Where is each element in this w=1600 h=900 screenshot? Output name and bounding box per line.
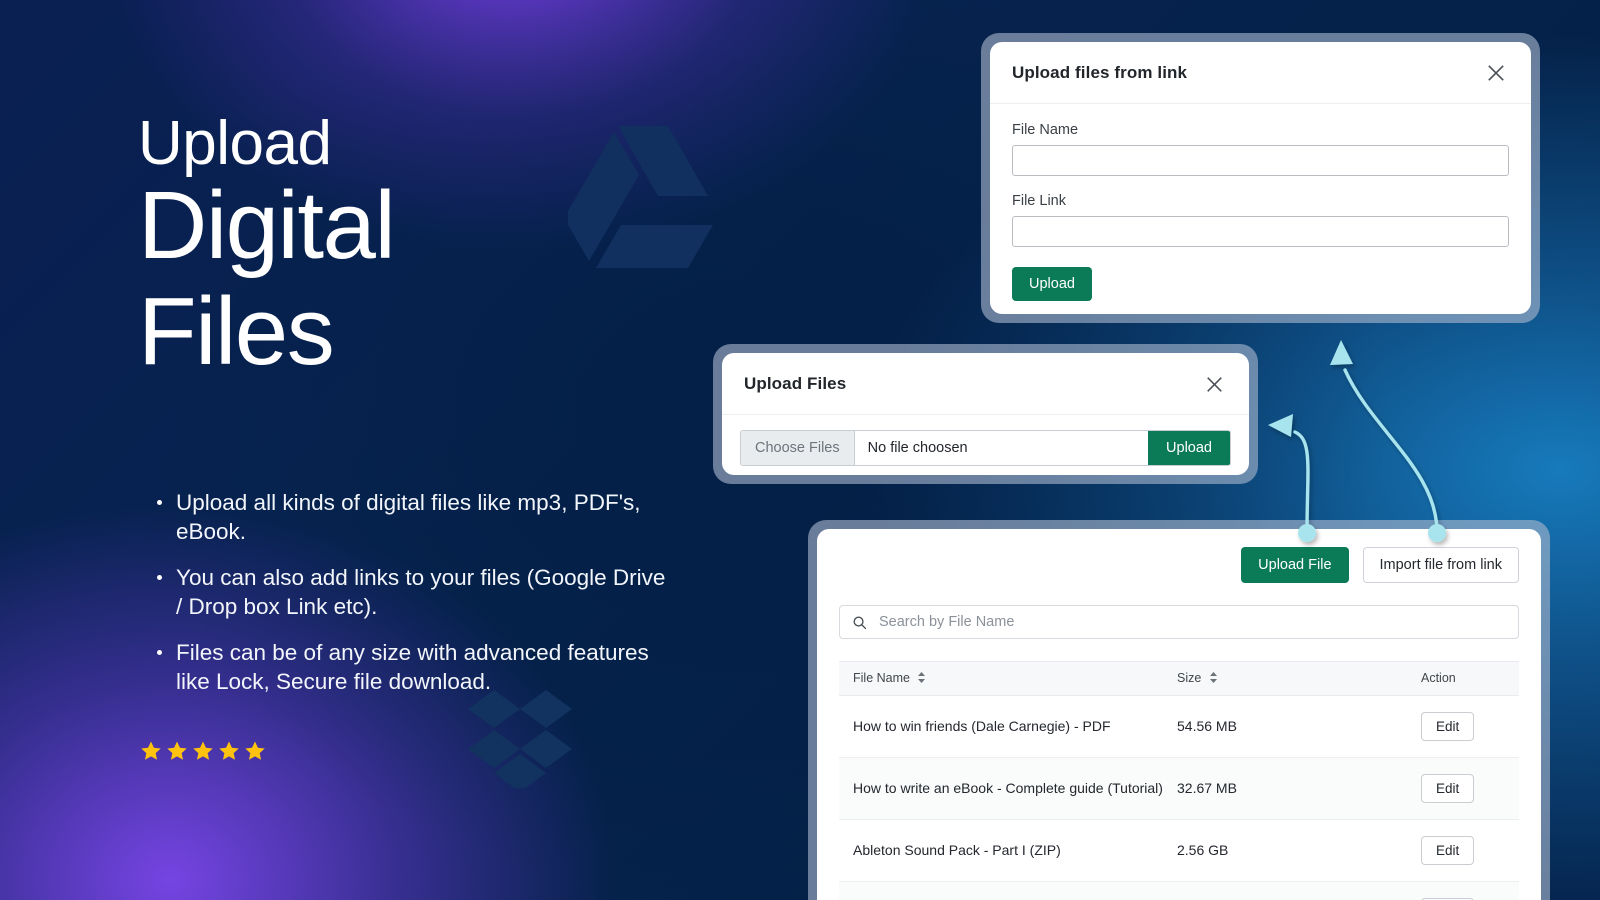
files-table: File Name Size Action How to win friends… — [839, 661, 1519, 900]
upload-from-link-dialog: Upload files from link File Name File Li… — [981, 33, 1540, 323]
search-input[interactable] — [877, 613, 1506, 631]
choose-files-button[interactable]: Choose Files — [741, 431, 855, 465]
file-name-label: File Name — [1012, 122, 1079, 138]
hero-line-3: Files — [138, 277, 335, 385]
edit-button[interactable]: Edit — [1421, 711, 1475, 741]
bullet-item: You can also add links to your files (Go… — [157, 563, 670, 621]
upload-button[interactable]: Upload — [1012, 267, 1092, 301]
upload-files-dialog-header: Upload Files — [722, 353, 1249, 415]
rating-stars — [140, 740, 266, 762]
table-row[interactable]: Grow your YouTube channel (Tutorial) - M… — [839, 881, 1519, 900]
upload-files-dialog-body: Choose Files No file choosen Upload — [722, 415, 1249, 475]
column-header-size[interactable]: Size — [1163, 661, 1407, 696]
cell-size: 32.67 MB — [1163, 757, 1407, 820]
bullet-item: Files can be of any size with advanced f… — [157, 638, 670, 696]
file-chooser-group: Choose Files No file choosen Upload — [740, 430, 1231, 466]
file-link-input[interactable] — [1012, 216, 1509, 247]
column-header-size-label: Size — [1177, 671, 1202, 685]
cell-file-name: How to write an eBook - Complete guide (… — [839, 757, 1163, 820]
cell-file-name: Ableton Sound Pack - Part I (ZIP) — [839, 819, 1163, 882]
upload-button[interactable]: Upload — [1148, 431, 1230, 465]
upload-files-dialog-card: Upload Files Choose Files No file choose… — [722, 353, 1249, 475]
star-icon — [167, 741, 187, 760]
files-panel-actions: Upload File Import file from link — [817, 529, 1541, 583]
upload-files-dialog: Upload Files Choose Files No file choose… — [713, 344, 1258, 484]
star-icon — [141, 741, 161, 760]
table-row[interactable]: How to write an eBook - Complete guide (… — [839, 757, 1519, 820]
close-icon[interactable] — [1483, 60, 1509, 86]
star-icon — [193, 741, 213, 760]
cell-action: Edit — [1407, 695, 1519, 758]
cell-action: Edit — [1407, 881, 1519, 900]
star-icon — [245, 741, 265, 760]
cell-action: Edit — [1407, 757, 1519, 820]
column-header-action: Action — [1407, 661, 1519, 696]
files-panel-card: Upload File Import file from link File N… — [817, 529, 1541, 900]
cell-action: Edit — [1407, 819, 1519, 882]
cell-size: 2.56 GB — [1163, 819, 1407, 882]
google-drive-logo-watermark — [568, 118, 718, 283]
close-icon[interactable] — [1201, 371, 1227, 397]
upload-from-link-dialog-title: Upload files from link — [1012, 63, 1188, 82]
bullet-item: Upload all kinds of digital files like m… — [157, 488, 670, 546]
table-header-row: File Name Size Action — [839, 661, 1519, 696]
cell-size: 54.56 MB — [1163, 695, 1407, 758]
edit-button[interactable]: Edit — [1421, 835, 1475, 865]
sort-icon[interactable] — [918, 671, 926, 686]
file-search-bar[interactable] — [839, 605, 1519, 639]
table-row[interactable]: Ableton Sound Pack - Part I (ZIP) 2.56 G… — [839, 819, 1519, 882]
sort-icon[interactable] — [1209, 671, 1217, 686]
files-panel: Upload File Import file from link File N… — [808, 520, 1550, 900]
upload-from-link-dialog-header: Upload files from link — [990, 42, 1531, 104]
upload-from-link-dialog-body: File Name File Link Upload — [990, 104, 1531, 314]
column-header-action-label: Action — [1421, 671, 1456, 686]
search-icon — [853, 616, 867, 629]
file-link-label: File Link — [1012, 193, 1066, 209]
upload-from-link-dialog-card: Upload files from link File Name File Li… — [990, 42, 1531, 314]
column-header-file-name[interactable]: File Name — [839, 661, 1163, 696]
upload-files-dialog-title: Upload Files — [744, 374, 847, 393]
hero-line-1: Upload — [138, 109, 332, 178]
cell-file-name: How to win friends (Dale Carnegie) - PDF — [839, 695, 1163, 758]
table-row[interactable]: How to win friends (Dale Carnegie) - PDF… — [839, 695, 1519, 758]
hero-headline: Upload Digital Files — [138, 109, 396, 386]
column-header-file-name-label: File Name — [853, 671, 910, 685]
star-icon — [219, 741, 239, 760]
feature-bullet-list: Upload all kinds of digital files like m… — [150, 488, 670, 713]
cell-size: 12 GB — [1163, 881, 1407, 900]
slide-canvas: Upload Digital Files Upload all kinds of… — [0, 0, 1600, 900]
hero-line-2: Digital — [138, 172, 396, 280]
file-name-input[interactable] — [1012, 145, 1509, 176]
cell-file-name: Grow your YouTube channel (Tutorial) - M… — [839, 881, 1163, 900]
import-file-from-link-button[interactable]: Import file from link — [1362, 547, 1519, 583]
selected-file-status: No file choosen — [867, 440, 968, 456]
upload-file-button[interactable]: Upload File — [1241, 547, 1349, 583]
edit-button[interactable]: Edit — [1421, 773, 1475, 803]
